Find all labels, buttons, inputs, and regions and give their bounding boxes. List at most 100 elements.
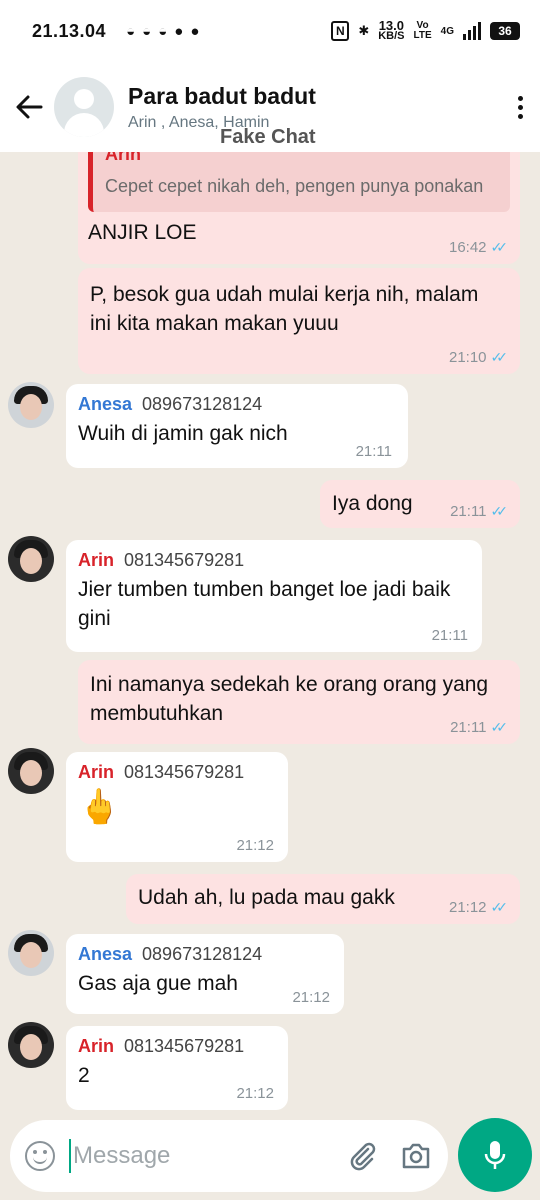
sender-label: Anesa [78, 944, 133, 964]
chat-title: Para badut badut [128, 82, 316, 109]
message-text: Ini namanya sedekah ke orang orang yang … [90, 673, 489, 725]
message-time: 21:11 [355, 443, 392, 460]
message-bubble-in[interactable]: Anesa 089673128124 Wuih di jamin gak nich… [66, 384, 408, 468]
avatar-arin[interactable] [8, 536, 54, 582]
sender-phone: 081345679281 [124, 1036, 245, 1056]
message-bubble-out[interactable]: Iya dong 21:11 ✓✓ [320, 480, 520, 528]
network-speed: 13.0 KB/S [378, 19, 405, 42]
chat-bubble-icon: ● [174, 22, 184, 40]
avatar-arin[interactable] [8, 748, 54, 794]
bluetooth-icon: ✱ [358, 23, 370, 38]
discord-icon: ◒ [142, 22, 152, 40]
volte-indicator: Vo LTE [414, 21, 432, 41]
message-time: 21:11 [450, 719, 487, 736]
double-check-icon: ✓✓ [490, 503, 509, 519]
volte-bottom: LTE [413, 30, 432, 41]
message-time: 21:11 [450, 503, 487, 520]
message-bubble-out[interactable]: Ini namanya sedekah ke orang orang yang … [78, 660, 520, 744]
message-text: Jier tumben tumben banget loe jadi baik … [78, 578, 451, 630]
status-right: N ✱ 13.0 KB/S Vo LTE 4G 36 [331, 19, 520, 42]
message-meta: 21:12 ✓✓ [449, 899, 508, 916]
camera-button[interactable] [394, 1134, 438, 1178]
attach-button[interactable] [340, 1134, 384, 1178]
double-check-icon: ✓✓ [490, 239, 509, 255]
message-text: P, besok gua udah mulai kerja nih, malam… [90, 283, 479, 335]
double-check-icon: ✓✓ [490, 719, 509, 735]
quoted-sender: Arin [105, 152, 141, 164]
message-time: 21:12 [236, 837, 274, 854]
message-time: 21:11 [431, 627, 468, 644]
status-bar: 21.13.04 ◒ ◒ ◒ ● ● N ✱ 13.0 KB/S Vo LTE … [0, 0, 540, 62]
message-bubble-in[interactable]: Arin 081345679281 2 21:12 [66, 1026, 288, 1110]
sender-label: Arin [78, 550, 114, 570]
avatar-arin[interactable] [8, 1022, 54, 1068]
network-type: 4G [440, 25, 454, 37]
chat-title-block[interactable]: Para badut badut Arin , Anesa, Hamin [128, 83, 500, 132]
message-text: ANJIR LOE [88, 221, 197, 244]
sender-phone: 081345679281 [124, 762, 245, 782]
battery-icon: 36 [490, 22, 520, 40]
avatar-anesa[interactable] [8, 930, 54, 976]
camera-icon [402, 1143, 430, 1169]
middle-finger-emoji: 🖕 [78, 788, 121, 826]
sender-phone: 089673128124 [142, 394, 263, 414]
message-bubble-in[interactable]: Arin 081345679281 🖕 21:12 [66, 752, 288, 862]
sender-name: Arin 081345679281 [78, 550, 470, 571]
message-meta: 21:11 ✓✓ [450, 503, 508, 520]
message-time: 21:12 [448, 899, 487, 916]
more-notifications-dot: ● [190, 22, 200, 40]
sender-phone: 081345679281 [124, 550, 245, 570]
quoted-message[interactable]: Arin Cepet cepet nikah deh, pengen punya… [88, 152, 510, 212]
text-cursor [69, 1139, 71, 1173]
message-time: 21:12 [236, 1085, 274, 1102]
group-avatar-icon[interactable] [54, 77, 114, 137]
mic-button[interactable] [458, 1118, 532, 1192]
quoted-text: Cepet cepet nikah deh, pengen punya pona… [105, 176, 484, 196]
back-arrow-icon [16, 95, 43, 119]
message-bubble-in[interactable]: Arin 081345679281 Jier tumben tumben bang… [66, 540, 482, 652]
sender-phone: 089673128124 [142, 944, 263, 964]
message-meta: 21:12 [236, 1085, 274, 1102]
emoji-icon[interactable] [25, 1141, 55, 1171]
attach-icon [350, 1142, 376, 1171]
message-time: 21:12 [292, 989, 330, 1006]
status-time: 21.13.04 [32, 20, 107, 41]
message-input[interactable]: Message [73, 1142, 340, 1170]
watermark-text: Fake Chat [220, 126, 316, 148]
chat-area[interactable]: Arin Cepet cepet nikah deh, pengen punya… [0, 152, 540, 1118]
message-text: Wuih di jamin gak nich [78, 422, 288, 445]
message-meta: 16:42 ✓✓ [449, 239, 508, 256]
message-bubble-out[interactable]: Arin Cepet cepet nikah deh, pengen punya… [78, 152, 520, 264]
discord-icon: ◒ [158, 22, 168, 40]
sender-label: Arin [78, 762, 114, 782]
sender-name: Anesa 089673128124 [78, 394, 396, 415]
message-time: 21:10 [448, 349, 487, 366]
message-meta: 21:11 [356, 443, 392, 460]
message-bubble-out[interactable]: Udah ah, lu pada mau gakk 21:12 ✓✓ [126, 874, 520, 924]
speed-unit: KB/S [378, 30, 405, 42]
mic-icon [484, 1141, 506, 1169]
double-check-icon: ✓✓ [490, 349, 509, 365]
nfc-icon: N [331, 21, 350, 41]
message-meta: 21:11 [432, 627, 468, 644]
sender-label: Arin [78, 1036, 114, 1056]
message-bubble-out[interactable]: P, besok gua udah mulai kerja nih, malam… [78, 268, 520, 374]
message-bubble-in[interactable]: Anesa 089673128124 Gas aja gue mah 21:12 [66, 934, 344, 1014]
avatar-anesa[interactable] [8, 382, 54, 428]
sender-name: Arin 081345679281 [78, 762, 276, 783]
sender-name: Anesa 089673128124 [78, 944, 332, 965]
sender-label: Anesa [78, 394, 133, 414]
back-button[interactable] [4, 82, 54, 132]
battery-level: 36 [498, 24, 512, 38]
message-meta: 21:12 [292, 989, 330, 1006]
message-meta: 21:10 ✓✓ [449, 349, 508, 366]
message-composer: Message [10, 1120, 448, 1192]
message-meta: 21:12 [236, 837, 274, 854]
double-check-icon: ✓✓ [490, 899, 509, 915]
more-vert-icon[interactable] [500, 95, 540, 119]
sender-name: Arin 081345679281 [78, 1036, 276, 1057]
notification-icons: ◒ ◒ ◒ ● ● [126, 23, 199, 40]
discord-icon: ◒ [126, 22, 136, 40]
message-time: 16:42 [448, 239, 487, 256]
message-meta: 21:11 ✓✓ [450, 719, 508, 736]
